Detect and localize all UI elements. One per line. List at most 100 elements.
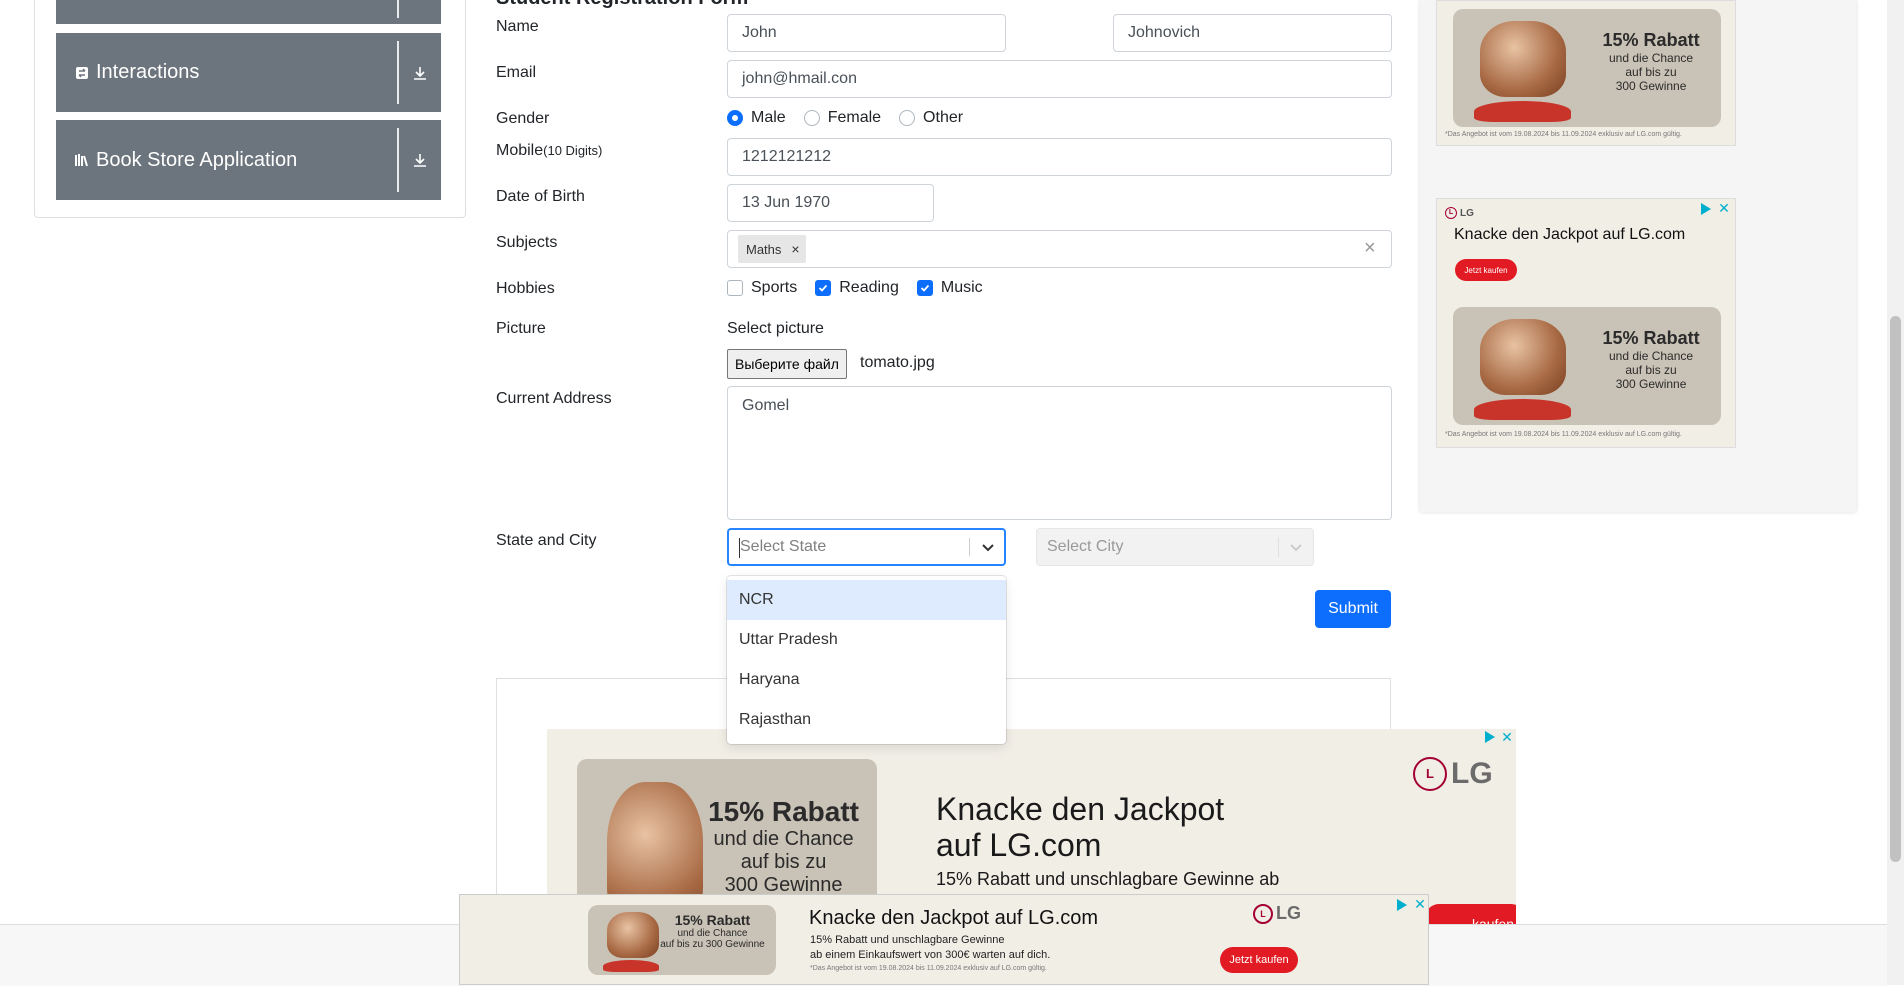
state-city-label: State and City	[496, 532, 597, 549]
email-input[interactable]: john@hmail.con	[727, 60, 1392, 98]
gender-female[interactable]: Female	[803, 109, 881, 127]
scrollbar-thumb[interactable]	[1890, 316, 1901, 862]
choose-file-button[interactable]: Выберите файл	[727, 349, 847, 379]
hobby-sports[interactable]: Sports	[727, 279, 797, 297]
state-option-rajasthan[interactable]: Rajasthan	[727, 700, 1006, 740]
chevron-down-icon[interactable]	[981, 540, 995, 559]
ad-headline: Knacke den Jackpot auf LG.com	[936, 791, 1225, 863]
hobby-music[interactable]: Music	[916, 279, 983, 297]
sidebar-group-label: Interactions	[96, 61, 200, 83]
trophy-image: 15% Rabatt und die Chance auf bis zu 300…	[1453, 307, 1721, 425]
address-label: Current Address	[496, 390, 612, 407]
clear-icon[interactable]: ×	[1364, 237, 1376, 260]
sidebar-group-partial[interactable]	[56, 0, 441, 24]
checkbox-music[interactable]	[916, 280, 933, 296]
gender-options: Male Female Other	[727, 109, 981, 127]
lg-logo: L LG	[1253, 903, 1301, 924]
mobile-input[interactable]: 1212121212	[727, 138, 1392, 176]
sidebar-group-label: Book Store Application	[96, 148, 298, 171]
state-option-haryana[interactable]: Haryana	[727, 660, 1006, 700]
trophy-base	[1474, 101, 1571, 123]
chip-remove-icon[interactable]: ×	[791, 241, 799, 257]
hobby-reading[interactable]: Reading	[815, 279, 899, 297]
trophy-base	[1474, 399, 1571, 421]
ad-fineprint: *Das Angebot ist vom 19.08.2024 bis 11.0…	[1445, 431, 1682, 438]
adchoices-icon[interactable]	[1701, 203, 1711, 215]
ad-subline: 15% Rabatt und unschlagbare Gewinne ab	[936, 869, 1280, 889]
radio-male[interactable]	[727, 110, 743, 126]
ad-headline: Knacke den Jackpot auf LG.com	[1454, 226, 1686, 243]
dob-label: Date of Birth	[496, 188, 585, 205]
trophy-shape	[1479, 318, 1566, 396]
ad-cta-button[interactable]: Jetzt kaufen	[1455, 259, 1517, 281]
checkbox-reading[interactable]	[815, 280, 832, 296]
side-ad-middle[interactable]: ✕ L LG Knacke den Jackpot auf LG.com Jet…	[1436, 198, 1736, 448]
mobile-hint: (10 Digits)	[543, 143, 603, 158]
lg-logo: L LG	[1445, 207, 1474, 219]
email-label: Email	[496, 64, 537, 81]
adchoices-icon[interactable]	[1485, 731, 1495, 743]
trophy-shape	[1479, 20, 1566, 98]
select-separator	[969, 538, 970, 556]
trophy-text: 15% Rabatt und die Chance auf bis zu 300…	[708, 795, 859, 896]
radio-other[interactable]	[899, 110, 916, 126]
checkmark-icon	[819, 284, 828, 292]
adchoices-icon[interactable]	[1397, 899, 1407, 911]
ad-fineprint: *Das Angebot ist vom 19.08.2024 bis 11.0…	[1445, 131, 1682, 138]
trophy-base	[603, 959, 660, 973]
close-icon[interactable]: ✕	[1500, 729, 1514, 745]
ad-headline: Knacke den Jackpot auf LG.com	[809, 907, 1099, 929]
first-name-input[interactable]: John	[727, 14, 1006, 52]
subject-chip: Maths ×	[738, 235, 806, 263]
hobbies-label: Hobbies	[496, 280, 555, 297]
sidebar-divider	[397, 41, 399, 104]
subjects-input[interactable]	[727, 230, 1392, 268]
submit-button[interactable]: Submit	[1315, 590, 1391, 628]
gender-label: Gender	[496, 110, 550, 127]
sidebar-group-book-store[interactable]: Book Store Application	[56, 120, 441, 200]
city-select[interactable]: Select City	[1036, 528, 1314, 566]
address-textarea[interactable]: Gomel	[727, 386, 1392, 520]
sidebar-group-interactions[interactable]: Interactions	[56, 33, 441, 112]
gender-other[interactable]: Other	[899, 109, 963, 127]
last-name-input[interactable]: Johnovich	[1113, 14, 1392, 52]
download-icon[interactable]	[409, 149, 431, 171]
chevron-down-icon	[1289, 540, 1303, 559]
trophy-text: 15% Rabatt und die Chance auf bis zu 300…	[660, 912, 765, 950]
mobile-label: Mobile(10 Digits)	[496, 142, 603, 159]
trophy-image: 15% Rabatt und die Chance auf bis zu 300…	[1453, 9, 1721, 127]
dob-input[interactable]: 13 Jun 1970	[727, 184, 934, 222]
download-icon[interactable]	[409, 62, 431, 84]
state-select[interactable]: Select State	[727, 528, 1006, 566]
form-title: Student Registration Form	[496, 0, 748, 10]
ad-subline: 15% Rabatt und unschlagbare Gewinne ab e…	[810, 934, 1051, 961]
close-icon[interactable]: ✕	[1717, 200, 1731, 216]
radio-female[interactable]	[803, 110, 820, 126]
checkbox-sports[interactable]	[727, 280, 743, 296]
interactions-icon	[74, 65, 90, 81]
sticky-bottom-ad[interactable]: ✕ 15% Rabatt und die Chance auf bis zu 3…	[459, 894, 1429, 985]
trophy-text: 15% Rabatt und die Chance auf bis zu 300…	[1602, 30, 1700, 94]
state-option-uttar-pradesh[interactable]: Uttar Pradesh	[727, 620, 1006, 660]
hobbies-options: Sports Reading Music	[727, 279, 1001, 297]
trophy-text: 15% Rabatt und die Chance auf bis zu 300…	[1602, 328, 1700, 392]
lg-logo: L LG	[1413, 757, 1493, 791]
sidebar-divider	[397, 0, 399, 18]
subjects-label: Subjects	[496, 234, 558, 251]
gender-male[interactable]: Male	[727, 109, 786, 127]
side-ad-top[interactable]: 15% Rabatt und die Chance auf bis zu 300…	[1436, 0, 1736, 146]
state-option-ncr[interactable]: NCR	[727, 580, 1006, 620]
ad-fineprint: *Das Angebot ist vom 19.08.2024 bis 11.0…	[810, 965, 1047, 972]
book-icon	[74, 152, 90, 168]
ad-cta-button[interactable]: Jetzt kaufen	[1220, 947, 1298, 973]
sidebar-divider	[397, 128, 399, 192]
state-placeholder: Select State	[740, 538, 827, 555]
picture-label: Picture	[496, 320, 546, 337]
name-label: Name	[496, 18, 539, 35]
close-icon[interactable]: ✕	[1413, 896, 1427, 912]
file-name: tomato.jpg	[860, 354, 935, 371]
select-separator	[1278, 537, 1279, 557]
city-placeholder: Select City	[1047, 538, 1124, 555]
picture-prompt: Select picture	[727, 320, 824, 337]
state-dropdown-menu: NCR Uttar Pradesh Haryana Rajasthan	[727, 576, 1006, 744]
